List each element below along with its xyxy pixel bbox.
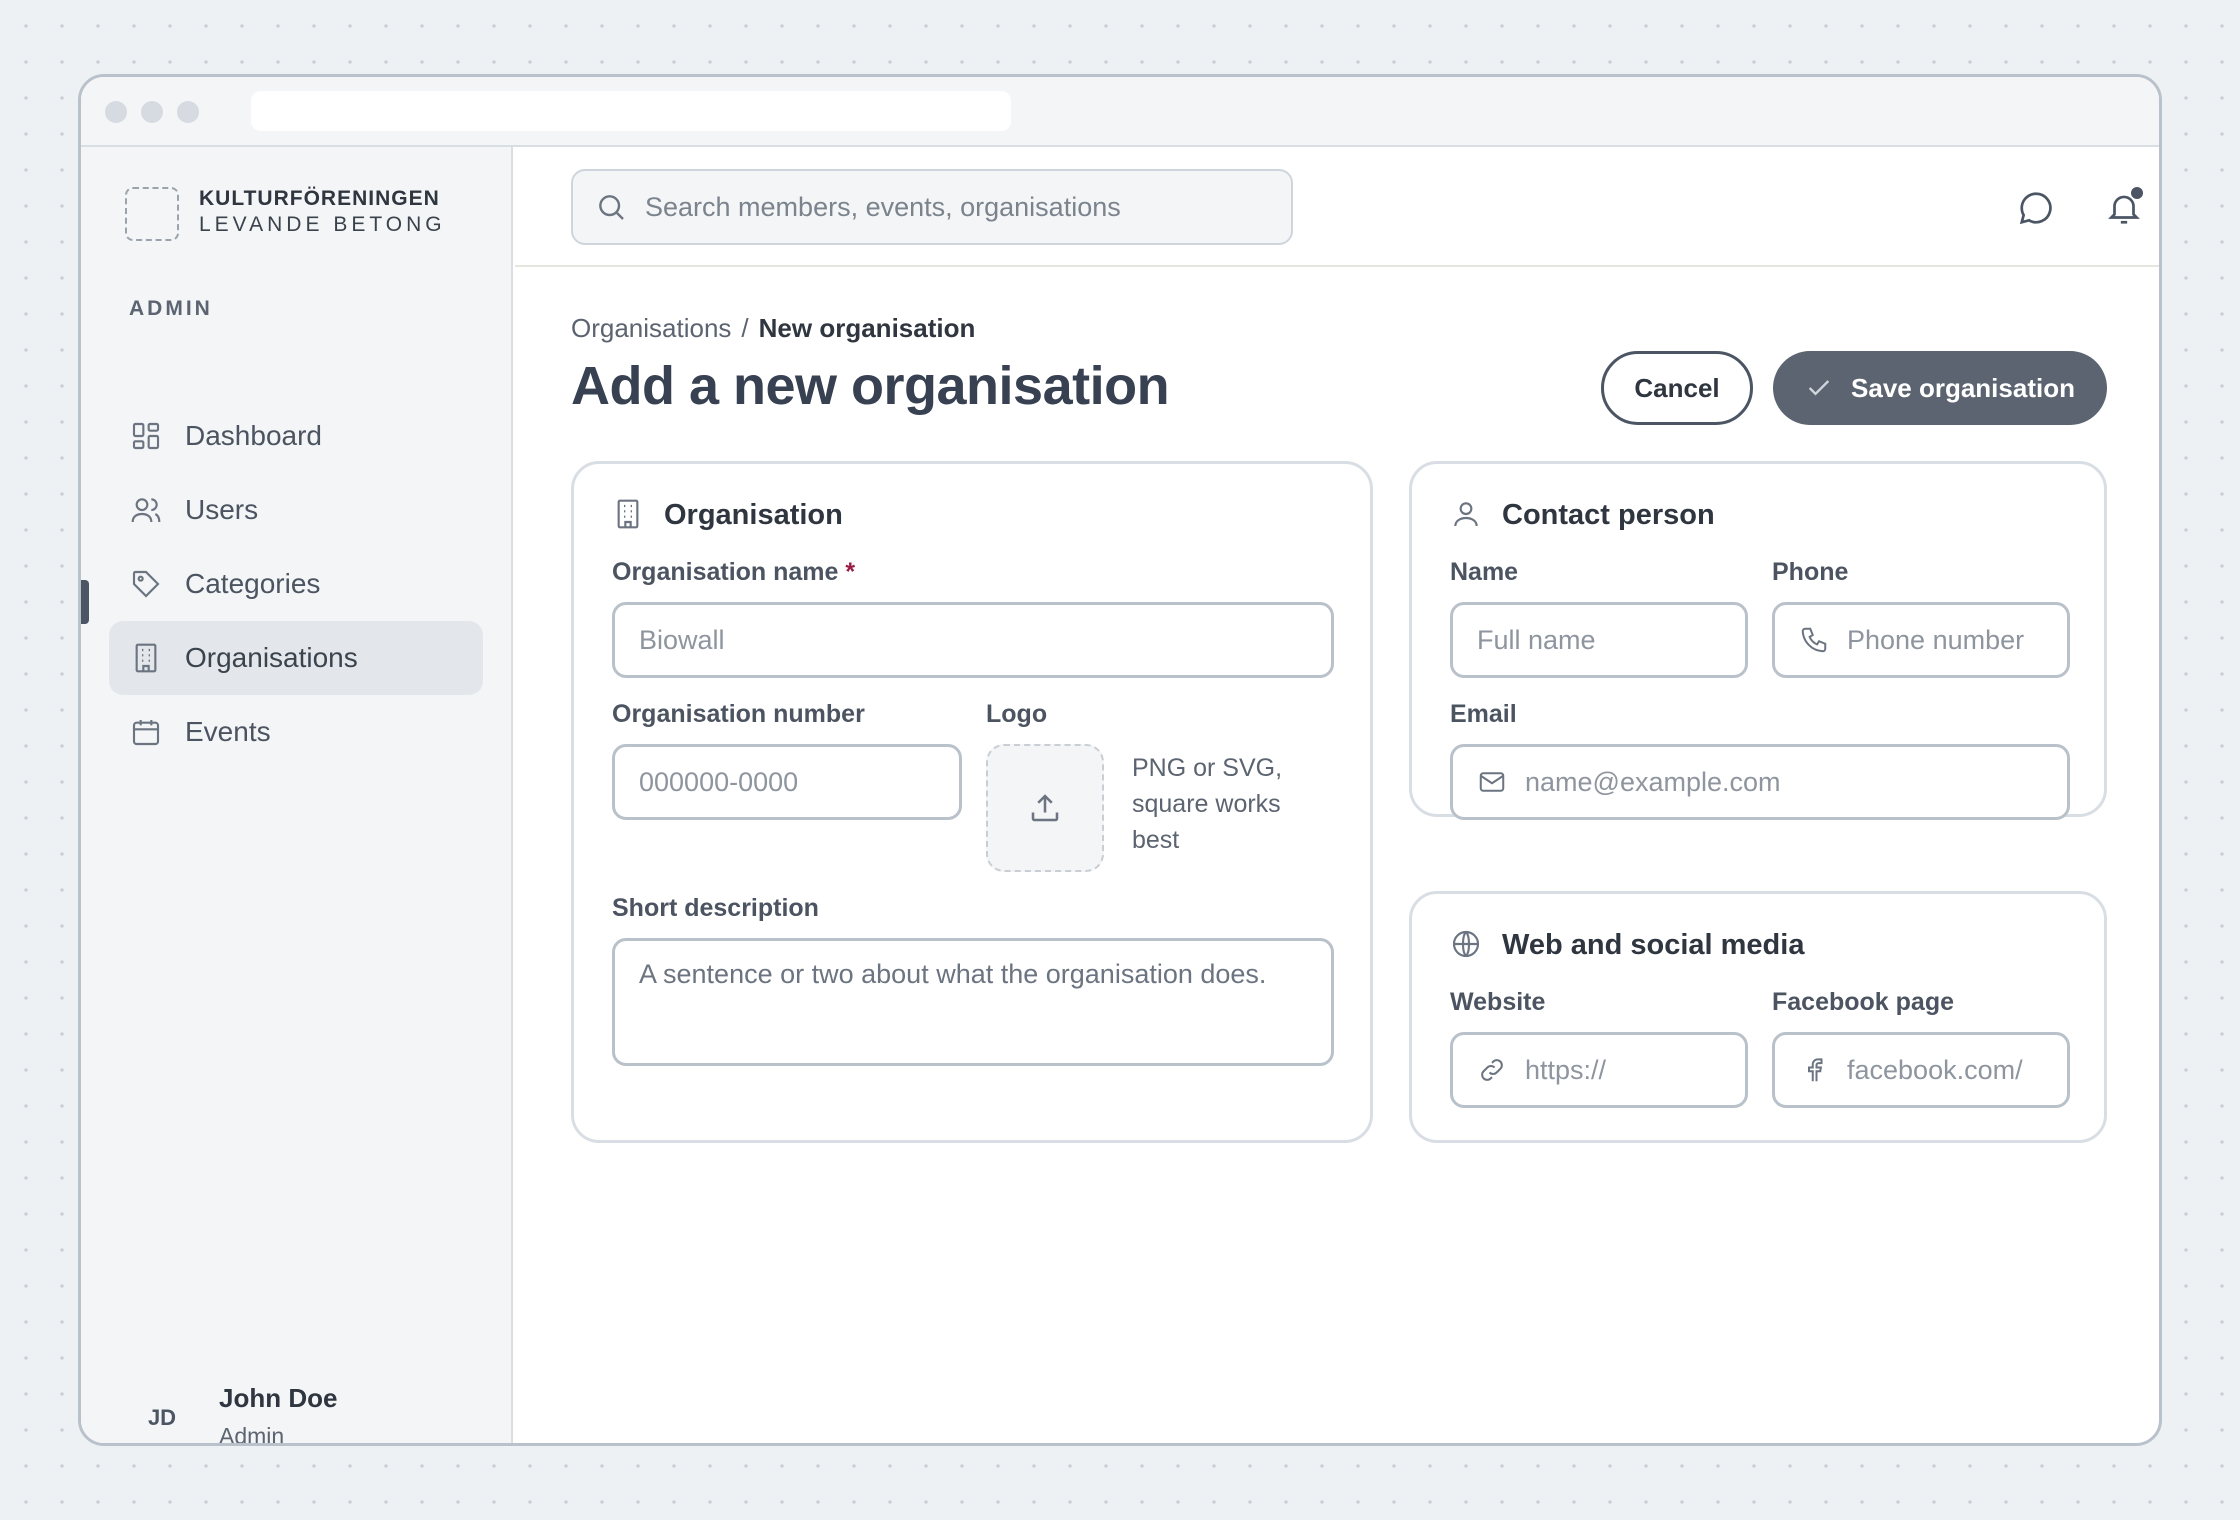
brand-name-line1: KULTURFÖRENINGEN <box>199 187 440 210</box>
chat-icon[interactable] <box>2015 187 2057 229</box>
phone-label: Phone <box>1772 558 1849 586</box>
notification-dot <box>2131 187 2143 199</box>
facebook-placeholder: facebook.com/ <box>1847 1054 2023 1085</box>
email-input[interactable]: name@example.com <box>1450 744 2070 820</box>
link-icon <box>1477 1055 1507 1085</box>
sidebar-item-label: Users <box>185 494 259 525</box>
organisation-name-placeholder: Biowall <box>639 624 725 655</box>
sidebar-item-label: Organisations <box>185 642 358 673</box>
breadcrumb-parent[interactable]: Organisations <box>571 313 731 343</box>
phone-placeholder: Phone number <box>1847 624 2025 655</box>
person-icon <box>1450 498 1484 532</box>
organisation-card-heading: Organisation <box>664 498 843 531</box>
organisation-name-input[interactable]: Biowall <box>612 602 1334 678</box>
globe-icon <box>1450 928 1484 962</box>
web-social-card: Web and social media Website https:// Fa… <box>1409 891 2107 1143</box>
organisation-card-title: Organisation <box>612 498 843 532</box>
contact-card-heading: Contact person <box>1502 498 1715 531</box>
short-description-label: Short description <box>612 894 819 922</box>
sidebar-item-label: Dashboard <box>185 420 322 451</box>
save-organisation-button[interactable]: Save organisation <box>1773 351 2107 425</box>
website-input[interactable]: https:// <box>1450 1032 1748 1108</box>
contact-person-card: Contact person Name Full name Phone Phon… <box>1409 461 2107 820</box>
building-icon <box>612 498 646 532</box>
short-description-placeholder: A sentence or two about what the organis… <box>639 959 1267 989</box>
organisation-number-input[interactable]: 000000-0000 <box>612 744 962 820</box>
logo-label: Logo <box>986 700 1048 728</box>
user-role: Admin <box>219 1423 285 1446</box>
organisation-name-label: Organisation name * <box>612 558 855 587</box>
active-nav-marker <box>81 580 89 624</box>
facebook-icon <box>1799 1055 1829 1085</box>
mail-icon <box>1477 767 1507 797</box>
web-card-title: Web and social media <box>1450 928 1804 962</box>
facebook-input[interactable]: facebook.com/ <box>1772 1032 2070 1108</box>
facebook-label: Facebook page <box>1772 988 1954 1016</box>
url-bar[interactable] <box>251 91 1011 131</box>
contact-card-title: Contact person <box>1450 498 1715 532</box>
breadcrumb-separator: / <box>741 313 749 343</box>
web-card-heading: Web and social media <box>1502 928 1805 961</box>
sidebar-item-dashboard[interactable]: Dashboard <box>109 399 483 473</box>
cancel-button[interactable]: Cancel <box>1601 351 1753 425</box>
window-dot[interactable] <box>141 101 163 123</box>
sidebar-section-label: ADMIN <box>129 297 213 320</box>
contact-name-input[interactable]: Full name <box>1450 602 1748 678</box>
users-icon <box>129 493 163 527</box>
calendar-icon <box>129 715 163 749</box>
sidebar-item-users[interactable]: Users <box>109 473 483 547</box>
window-dot[interactable] <box>177 101 199 123</box>
search-icon <box>595 191 627 223</box>
sidebar-item-organisations[interactable]: Organisations <box>109 621 483 695</box>
search-input[interactable]: Search members, events, organisations <box>571 169 1293 245</box>
contact-name-label: Name <box>1450 558 1519 586</box>
breadcrumb-current: New organisation <box>758 313 976 343</box>
user-name: John Doe <box>219 1383 338 1413</box>
organisation-number-label: Organisation number <box>612 700 865 728</box>
save-button-label: Save organisation <box>1851 372 2075 403</box>
required-mark: * <box>845 558 856 586</box>
page-title: Add a new organisation <box>571 356 1170 416</box>
window-dot[interactable] <box>105 101 127 123</box>
dashboard-icon <box>129 419 163 453</box>
search-placeholder: Search members, events, organisations <box>645 191 1121 222</box>
bell-icon[interactable] <box>2103 187 2145 229</box>
brand-name-line2: LEVANDE BETONG <box>199 213 446 236</box>
website-placeholder: https:// <box>1525 1054 1607 1085</box>
email-label: Email <box>1450 700 1517 728</box>
browser-window: KULTURFÖRENINGEN LEVANDE BETONG ADMIN Da… <box>78 74 2162 1446</box>
tag-icon <box>129 567 163 601</box>
organisation-number-placeholder: 000000-0000 <box>639 766 799 797</box>
phone-icon <box>1799 625 1829 655</box>
avatar[interactable]: JD <box>129 1385 195 1443</box>
brand-logo-placeholder <box>125 187 179 241</box>
short-description-textarea[interactable]: A sentence or two about what the organis… <box>612 938 1334 1066</box>
phone-input[interactable]: Phone number <box>1772 602 2070 678</box>
top-bar: Search members, events, organisations <box>515 147 2159 267</box>
check-icon <box>1805 374 1833 402</box>
window-titlebar <box>81 77 2159 147</box>
logo-hint: PNG or SVG, square works best <box>1132 754 1283 854</box>
sidebar-item-label: Events <box>185 716 271 747</box>
upload-icon <box>1031 794 1059 822</box>
logo-upload-dropzone[interactable] <box>986 744 1104 872</box>
organisation-name-label-text: Organisation name <box>612 558 839 586</box>
sidebar: KULTURFÖRENINGEN LEVANDE BETONG ADMIN Da… <box>81 147 513 1446</box>
building-icon <box>129 641 163 675</box>
email-placeholder: name@example.com <box>1525 766 1781 797</box>
sidebar-item-label: Categories <box>185 568 321 599</box>
contact-name-placeholder: Full name <box>1477 624 1596 655</box>
breadcrumb: Organisations / New organisation <box>571 313 975 344</box>
sidebar-item-categories[interactable]: Categories <box>109 547 483 621</box>
sidebar-item-events[interactable]: Events <box>109 695 483 769</box>
organisation-card: Organisation Organisation name * Biowall… <box>571 461 1373 1143</box>
website-label: Website <box>1450 988 1546 1016</box>
